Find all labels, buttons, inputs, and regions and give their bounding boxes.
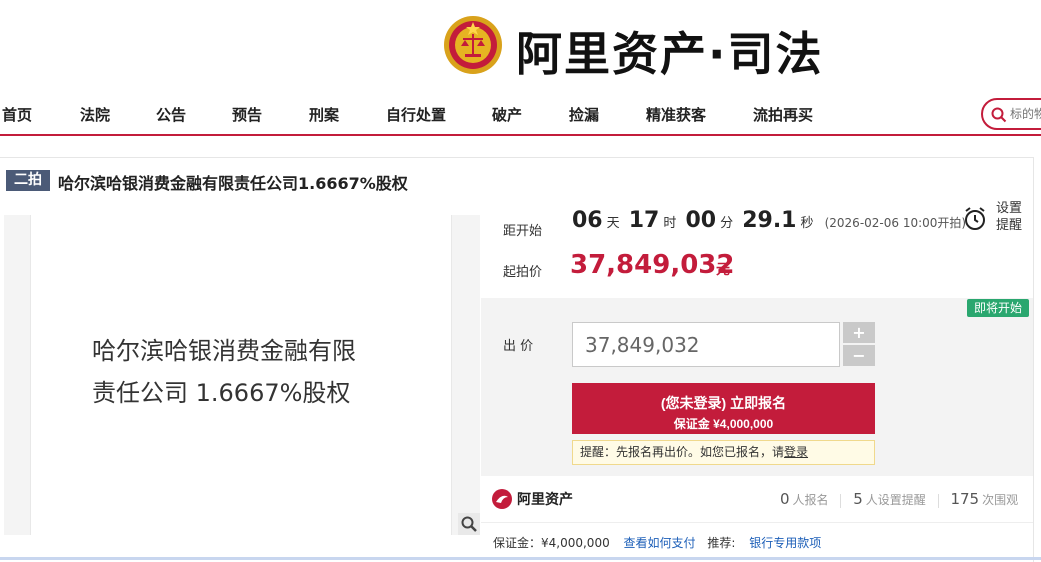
nav-item-bargain[interactable]: 捡漏 xyxy=(569,104,599,125)
main-nav: 首页 法院 公告 预告 刑案 自行处置 破产 捡漏 精准获客 流拍再买 xyxy=(0,98,1041,130)
bid-decrease-button[interactable]: − xyxy=(843,345,875,366)
countdown-hours: 17 xyxy=(628,208,660,233)
countdown-seconds-unit: 秒 xyxy=(800,216,814,231)
countdown-label: 距开始 xyxy=(503,224,543,239)
nav-item-bankruptcy[interactable]: 破产 xyxy=(492,104,522,125)
login-tip-text: 提醒：先报名再出价。如您已报名，请 xyxy=(580,445,785,459)
brand-title: 阿里资产·司法 xyxy=(516,27,824,81)
search-icon[interactable] xyxy=(990,106,1008,124)
ali-assets-logo-icon xyxy=(492,489,512,509)
stat-separator xyxy=(937,493,939,508)
bank-payment-link[interactable]: 银行专用款项 xyxy=(749,536,821,550)
start-price-value: 37,849,032 xyxy=(570,250,735,280)
set-reminder-button[interactable]: 设置提醒 xyxy=(996,200,1026,234)
signup-button-label: (您未登录) 立即报名 xyxy=(660,395,787,411)
nav-item-home[interactable]: 首页 xyxy=(2,104,32,125)
deposit-row: 保证金：¥4,000,000 查看如何支付 推荐: 银行专用款项 xyxy=(493,534,821,551)
bottom-divider xyxy=(0,557,1041,560)
reminder-count-label: 人设置提醒 xyxy=(865,493,926,507)
deposit-label: 保证金：¥4,000,000 xyxy=(493,536,610,550)
alarm-clock-icon[interactable] xyxy=(962,206,988,232)
countdown-minutes: 00 xyxy=(685,208,717,233)
bid-amount-input[interactable] xyxy=(572,322,840,367)
nav-divider xyxy=(0,134,1041,136)
search-input[interactable] xyxy=(1010,103,1041,125)
view-count-label: 次围观 xyxy=(982,493,1019,507)
signup-count: 0 xyxy=(780,490,790,508)
signup-button[interactable]: (您未登录) 立即报名 保证金 ¥4,000,000 xyxy=(572,383,875,434)
court-emblem-logo xyxy=(444,16,502,74)
item-image-text-line: 责任公司 1.6667%股权 xyxy=(92,379,351,407)
nav-item-criminal[interactable]: 刑案 xyxy=(309,104,339,125)
nav-item-self-disposal[interactable]: 自行处置 xyxy=(386,104,446,125)
signup-deposit-label: 保证金 ¥4,000,000 xyxy=(673,417,774,431)
login-link[interactable]: 登录 xyxy=(784,445,808,459)
signup-count-label: 人报名 xyxy=(792,493,829,507)
recommend-label: 推荐: xyxy=(707,536,736,550)
bid-increase-button[interactable]: + xyxy=(843,322,875,343)
countdown-minutes-unit: 分 xyxy=(720,216,734,231)
nav-item-notice[interactable]: 公告 xyxy=(156,104,186,125)
nav-item-rebuy[interactable]: 流拍再买 xyxy=(753,104,813,125)
countdown: 06 天 17 时 00 分 29.1 秒 (2026-02-06 10:00开拍) xyxy=(572,208,966,233)
how-to-pay-link[interactable]: 查看如何支付 xyxy=(624,536,696,550)
ali-assets-logo-text: 阿里资产 xyxy=(517,492,573,508)
nav-item-preview[interactable]: 预告 xyxy=(232,104,262,125)
round-badge: 二拍 xyxy=(6,170,50,191)
nav-item-court[interactable]: 法院 xyxy=(80,104,110,125)
countdown-days: 06 xyxy=(572,208,603,233)
stat-separator xyxy=(840,493,842,508)
item-image-text: 哈尔滨哈银消费金融有限 责任公司 1.6667%股权 xyxy=(92,330,432,414)
start-price-unit: 元 xyxy=(716,262,730,278)
login-tip: 提醒：先报名再出价。如您已报名，请登录 xyxy=(572,440,875,465)
item-title: 哈尔滨哈银消费金融有限责任公司1.6667%股权 xyxy=(58,174,408,193)
item-image-text-line: 哈尔滨哈银消费金融有限 xyxy=(92,337,356,365)
countdown-seconds: 29.1 xyxy=(742,208,797,233)
bid-label: 出 价 xyxy=(503,339,534,354)
view-count: 175 xyxy=(950,490,980,508)
zoom-icon[interactable] xyxy=(458,513,480,535)
start-price-label: 起拍价 xyxy=(503,265,543,280)
stats-divider xyxy=(481,522,1033,523)
reminder-count: 5 xyxy=(853,490,863,508)
nav-item-precise-leads[interactable]: 精准获客 xyxy=(646,104,706,125)
status-badge: 即将开始 xyxy=(967,299,1029,317)
auction-stats: 0 人报名 5 人设置提醒 175 次围观 xyxy=(780,490,1018,508)
countdown-hours-unit: 时 xyxy=(663,216,677,231)
countdown-days-unit: 天 xyxy=(606,216,620,231)
auction-start-time: (2026-02-06 10:00开拍) xyxy=(824,216,967,230)
